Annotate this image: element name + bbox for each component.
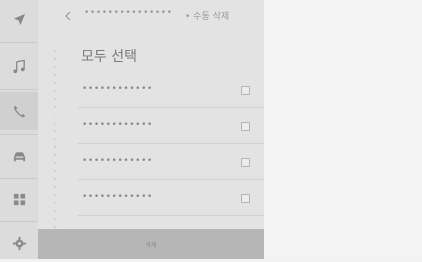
contact-row[interactable]: •••••••••••• [78,72,264,108]
contact-row[interactable]: •••••••••••• [78,108,264,144]
contact-name: •••••••••••• [82,156,153,166]
contact-checkbox[interactable] [241,122,250,131]
contact-checkbox[interactable] [241,194,250,203]
phone-icon [13,105,25,117]
index-letter[interactable]: V [54,215,56,223]
index-letter[interactable]: O [54,159,56,167]
contact-row[interactable]: •••••••••••• [78,180,264,216]
panel-header: ••••••••••••••• • 수동 삭제 [38,0,264,32]
contact-checkbox[interactable] [241,158,250,167]
contact-row[interactable]: •••••••••••• [78,144,264,180]
index-letter[interactable]: H [54,103,56,111]
settings-icon [12,236,26,250]
rail-divider [0,89,38,90]
contact-name: •••••••••••• [82,120,153,130]
rail-settings-button[interactable] [0,224,38,262]
index-letter[interactable]: Q [54,175,56,183]
index-letter[interactable]: K [54,127,56,135]
manual-delete-button[interactable]: • 수동 삭제 [185,9,229,22]
right-empty-area [264,0,422,259]
contact-checkbox[interactable] [241,86,250,95]
rail-divider [0,42,38,43]
index-letter[interactable]: A [54,47,56,55]
index-letter[interactable]: R [54,183,56,191]
car-icon [13,151,25,161]
rail-music-button[interactable] [0,47,38,85]
contact-name: •••••••••••• [82,192,153,202]
rail-car-button[interactable] [0,137,38,175]
index-letter[interactable]: E [54,79,56,87]
page-title: ••••••••••••••• [84,8,173,18]
index-letter[interactable]: G [54,95,56,103]
index-letter[interactable]: J [55,119,56,127]
left-rail [0,0,38,259]
index-letter[interactable]: L [54,135,56,143]
index-letter[interactable]: D [54,71,56,79]
index-letter[interactable]: M [54,143,57,151]
contact-name: •••••••••••• [82,84,153,94]
delete-button-label: 삭제 [145,241,157,249]
index-letter[interactable]: C [54,63,56,71]
select-all-button[interactable]: 모두 선택 [81,46,137,66]
alphabet-index-strip[interactable]: ABCDEFGHIJKLMNOPQRSTUVWXYZ [51,47,59,255]
delete-button[interactable]: 삭제 [38,229,264,259]
index-letter[interactable]: T [54,199,56,207]
chevron-left-icon [65,11,71,21]
index-letter[interactable]: S [54,191,56,199]
index-letter[interactable]: U [54,207,56,215]
rail-navigation-button[interactable] [0,0,38,38]
music-icon [12,59,25,73]
rail-apps-button[interactable] [0,180,38,218]
rail-divider [0,221,38,222]
index-letter[interactable]: N [54,151,56,159]
rail-phone-button[interactable] [0,92,38,130]
back-button[interactable] [60,8,76,24]
index-letter[interactable]: F [54,87,56,95]
rail-divider [0,134,38,135]
apps-icon [13,193,25,205]
index-letter[interactable]: P [54,167,56,175]
index-letter[interactable]: B [54,55,56,63]
navigation-icon [13,13,25,25]
rail-divider [0,178,38,179]
delete-contacts-panel: ••••••••••••••• • 수동 삭제 ABCDEFGHIJKLMNOP… [38,0,264,259]
index-letter[interactable]: I [55,111,56,119]
row-divider [78,215,264,216]
